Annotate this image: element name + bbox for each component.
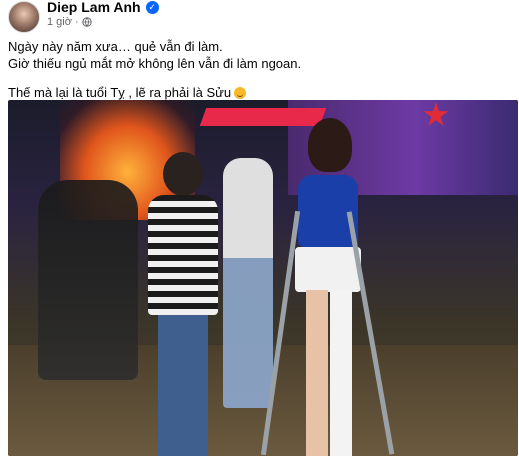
woman-hair xyxy=(308,118,352,172)
post-time[interactable]: 1 giờ xyxy=(47,16,72,28)
man-striped-shirt xyxy=(148,195,218,315)
man-jeans xyxy=(158,315,208,456)
post-text-spacer xyxy=(8,72,508,84)
post-text-line-3: Thế mà lại là tuổi Tỵ , lẽ ra phải là Sử… xyxy=(8,84,508,101)
post-meta: 1 giờ · xyxy=(47,15,92,29)
author-name[interactable]: Diep Lam Anh xyxy=(47,0,141,15)
post-text-line-3-text: Thế mà lại là tuổi Tỵ , lẽ ra phải là Sử… xyxy=(8,85,232,100)
post-text-line-2: Giờ thiếu ngủ mắt mở không lên vẫn đi là… xyxy=(8,56,302,71)
post-text: Ngày này năm xưa… quẻ vẫn đi làm. Giờ th… xyxy=(8,38,508,101)
background-person xyxy=(223,158,273,408)
meta-separator: · xyxy=(74,16,79,28)
post-photo[interactable] xyxy=(8,100,518,456)
author-row: Diep Lam Anh ✓ xyxy=(47,0,159,15)
globe-icon xyxy=(81,17,92,27)
crowd-left xyxy=(38,180,138,380)
woman-leg xyxy=(306,290,328,456)
post-text-line-1: Ngày này năm xưa… quẻ vẫn đi làm. xyxy=(8,39,223,54)
grinning-emoji-icon xyxy=(234,87,247,99)
author-avatar[interactable] xyxy=(8,1,40,33)
stage-red-banner xyxy=(199,108,327,126)
leg-cast xyxy=(330,290,352,456)
verified-badge-icon: ✓ xyxy=(145,0,159,14)
woman-white-shorts xyxy=(295,247,361,292)
post-header: Diep Lam Anh ✓ 1 giờ · xyxy=(0,0,519,34)
man-head xyxy=(163,152,203,196)
